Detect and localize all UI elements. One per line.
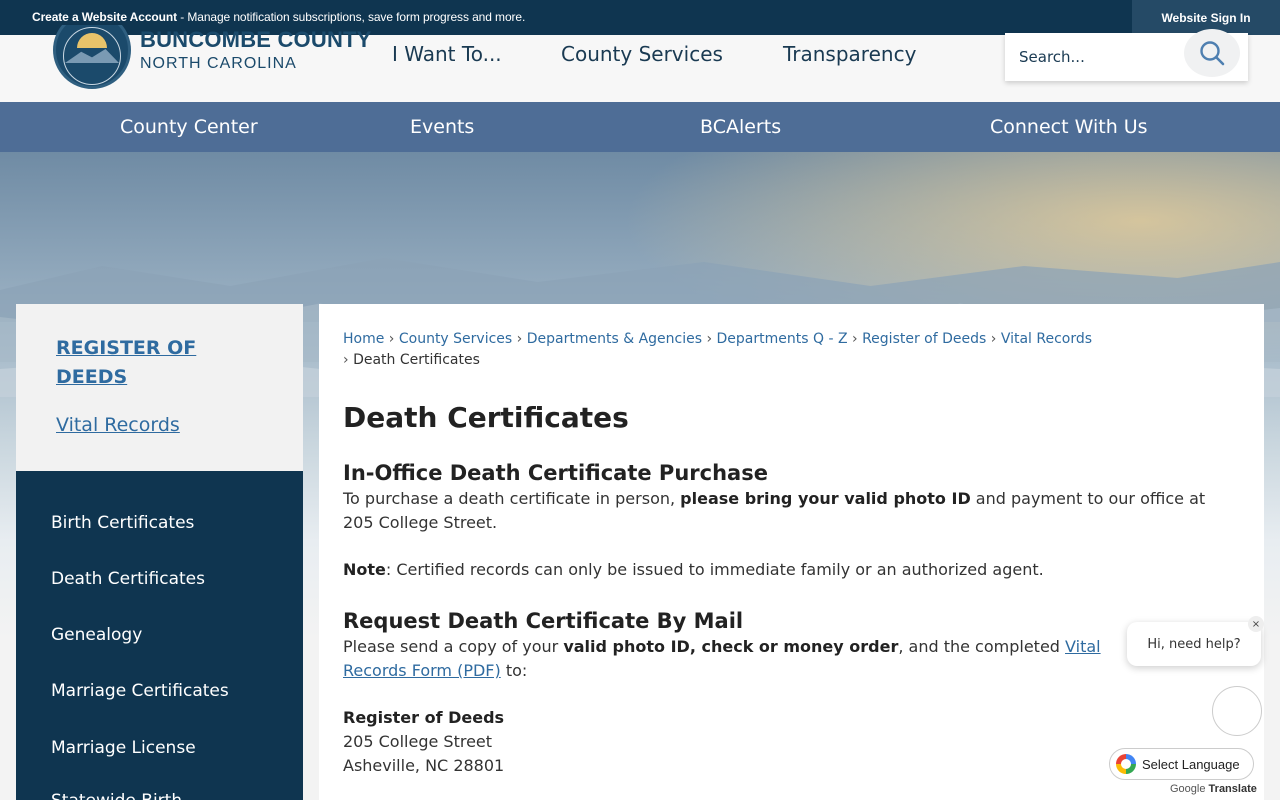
sidebar-title-link[interactable]: REGISTER OF DEEDS — [56, 334, 256, 392]
select-language-label: Select Language — [1142, 756, 1240, 772]
create-account-message[interactable]: Create a Website Account - Manage notifi… — [32, 10, 525, 24]
breadcrumb-departments-agencies[interactable]: Departments & Agencies — [527, 331, 702, 347]
sidebar-item-death-certificates[interactable]: Death Certificates — [51, 569, 205, 589]
nav-connect-with-us[interactable]: Connect With Us — [990, 116, 1148, 138]
county-seal-logo[interactable] — [53, 25, 131, 89]
nav-i-want-to[interactable]: I Want To... — [392, 42, 502, 66]
nav-bcalerts[interactable]: BCAlerts — [700, 116, 781, 138]
breadcrumb-separator: › — [990, 331, 997, 347]
breadcrumb: Home › County Services › Departments & A… — [343, 329, 1243, 371]
sidebar-menu: Birth Certificates Death Certificates Ge… — [16, 471, 303, 800]
chat-close-icon[interactable]: × — [1248, 616, 1264, 632]
address-name: Register of Deeds — [343, 708, 505, 727]
sidebar-item-marriage-certificates[interactable]: Marriage Certificates — [51, 681, 229, 701]
address-street: 205 College Street — [343, 732, 493, 751]
sidebar-header: REGISTER OF DEEDS Vital Records — [16, 304, 303, 471]
search-icon — [1200, 41, 1225, 66]
address-city: Asheville, NC 28801 — [343, 756, 505, 775]
search-input[interactable] — [1019, 45, 1179, 69]
breadcrumb-separator: › — [343, 352, 349, 368]
sidebar-subtitle-link[interactable]: Vital Records — [56, 414, 180, 436]
sidebar-item-genealogy[interactable]: Genealogy — [51, 625, 142, 645]
section-text-in-office: To purchase a death certificate in perso… — [343, 489, 1206, 532]
breadcrumb-county-services[interactable]: County Services — [399, 331, 512, 347]
chat-launcher-button[interactable] — [1212, 686, 1262, 736]
breadcrumb-separator: › — [852, 331, 858, 347]
breadcrumb-home[interactable]: Home — [343, 331, 384, 347]
breadcrumb-current: Death Certificates — [353, 352, 480, 368]
note-text: Note: Certified records can only be issu… — [343, 560, 1044, 579]
breadcrumb-departments-q-z[interactable]: Departments Q - Z — [717, 331, 848, 347]
breadcrumb-separator: › — [706, 331, 713, 347]
search-box — [1005, 29, 1248, 81]
logo-title[interactable]: BUNCOMBE COUNTY — [140, 27, 372, 53]
powered-by-google-translate[interactable]: Google Translate — [1170, 783, 1257, 795]
section-text-by-mail: Please send a copy of your valid photo I… — [343, 637, 1101, 680]
create-account-desc: - Manage notification subscriptions, sav… — [176, 10, 526, 24]
google-logo-icon — [1116, 754, 1136, 774]
site-header: BUNCOMBE COUNTY NORTH CAROLINA I Want To… — [0, 25, 1280, 102]
breadcrumb-separator: › — [388, 331, 395, 347]
create-account-link[interactable]: Create a Website Account — [32, 10, 177, 24]
nav-county-center[interactable]: County Center — [120, 116, 258, 138]
main-content: Home › County Services › Departments & A… — [319, 304, 1264, 800]
page-title: Death Certificates — [343, 401, 629, 434]
section-heading-in-office: In-Office Death Certificate Purchase — [343, 461, 768, 485]
nav-events[interactable]: Events — [410, 116, 474, 138]
nav-county-services[interactable]: County Services — [561, 42, 723, 66]
nav-transparency[interactable]: Transparency — [783, 42, 916, 66]
section-heading-by-mail: Request Death Certificate By Mail — [343, 609, 744, 633]
breadcrumb-vital-records[interactable]: Vital Records — [1001, 331, 1092, 347]
logo-subtitle[interactable]: NORTH CAROLINA — [140, 55, 297, 73]
mailing-address: Register of Deeds 205 College Street Ash… — [343, 706, 1223, 778]
select-language-dropdown[interactable]: Select Language — [1109, 748, 1254, 780]
sidebar-item-birth-certificates[interactable]: Birth Certificates — [51, 513, 194, 533]
search-button[interactable] — [1184, 29, 1240, 77]
breadcrumb-register-of-deeds[interactable]: Register of Deeds — [862, 331, 986, 347]
secondary-nav: County Center Events BCAlerts Connect Wi… — [0, 102, 1280, 152]
sidebar-item-marriage-license[interactable]: Marriage License — [51, 738, 196, 758]
breadcrumb-separator: › — [516, 331, 523, 347]
sidebar-item-statewide-birth[interactable]: Statewide Birth — [51, 791, 182, 800]
chat-help-bubble[interactable]: Hi, need help? — [1127, 622, 1261, 666]
